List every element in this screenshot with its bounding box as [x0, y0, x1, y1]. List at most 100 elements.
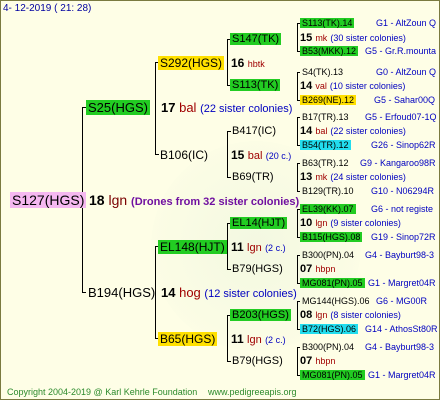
- queen-gen5[interactable]: B53(MKK).12: [300, 46, 359, 56]
- queen-S113[interactable]: S113(TK): [230, 79, 281, 91]
- gen5-origin: G1 - Margret04R: [368, 370, 436, 380]
- gen5-origin: G1 - AltZoun Q: [376, 18, 437, 28]
- note: (20 c.): [265, 151, 292, 161]
- race: hbpn: [315, 264, 336, 274]
- bracket-line-sire: [155, 62, 156, 155]
- gen5-origin: G1 - Margret04R: [368, 278, 436, 288]
- gen5-origin: G10 - N06294R: [371, 186, 435, 196]
- bracket-line: [297, 255, 298, 284]
- dam-queen[interactable]: B194(HGS): [86, 285, 157, 300]
- year: 08: [300, 309, 313, 321]
- queen-B106[interactable]: B106(IC): [158, 148, 210, 162]
- year: 07: [300, 263, 313, 275]
- race: bal: [315, 126, 328, 136]
- queen-gen5[interactable]: B63(TR).12: [300, 158, 351, 168]
- bracket-line: [297, 72, 298, 101]
- note: (8 sister colonies): [330, 310, 401, 320]
- note: (22 sister colonies): [330, 126, 406, 136]
- queen-gen5[interactable]: EL39(KK).07: [300, 204, 356, 214]
- note: (2 c.): [265, 243, 286, 253]
- queen-gen5[interactable]: B72(HGS).06: [300, 324, 359, 334]
- note: (30 sister colonies): [330, 33, 406, 43]
- race: lgn: [247, 334, 262, 346]
- gen5-origin: G9 - Kangaroo98R: [360, 158, 436, 168]
- gen5-origin: G4 - Bayburt98-3: [365, 342, 435, 352]
- bracket-line: [227, 131, 228, 178]
- race: mk: [315, 172, 328, 182]
- queen-S147[interactable]: S147(TK): [230, 33, 282, 45]
- race: hbpn: [315, 356, 336, 366]
- year: 14: [300, 125, 313, 137]
- queen-gen5[interactable]: B300(PN).04: [300, 250, 356, 260]
- year: 07: [300, 355, 313, 367]
- note: (24 sister colonies): [330, 172, 406, 182]
- queen-EL14[interactable]: EL14(HJT): [230, 217, 288, 229]
- queen-gen5[interactable]: MG081(PN).05: [300, 370, 365, 380]
- gen5-origin: G5 - Gr.R.mounta: [365, 46, 437, 56]
- gen5-origin: G6 - MG00R: [376, 296, 428, 306]
- note: (10 sister colonies): [329, 81, 406, 91]
- queen-gen5[interactable]: B269(NE).12: [300, 95, 357, 105]
- year: 11: [231, 240, 244, 254]
- year: 10: [300, 217, 313, 229]
- sire-year: 17: [161, 100, 176, 115]
- year: 11: [231, 332, 244, 346]
- race: lgn: [247, 242, 262, 254]
- gen5-origin: G6 - not registe: [371, 204, 434, 214]
- race: mk: [315, 33, 328, 43]
- queen-gen5[interactable]: B17(TR).13: [300, 112, 351, 122]
- bracket-line: [297, 117, 298, 146]
- queen-gen5[interactable]: B129(TR).10: [300, 186, 356, 196]
- dam-note: (12 sister colonies): [204, 288, 297, 300]
- queen-gen5[interactable]: B115(HGS).08: [300, 232, 363, 242]
- gen5-origin: G19 - Sinop72R: [371, 232, 436, 242]
- queen-S292[interactable]: S292(HGS): [158, 56, 225, 70]
- copyright: Copyright 2004-2019 @ Karl Kehrle Founda…: [7, 387, 198, 397]
- root-year: 18: [89, 192, 105, 208]
- queen-B79[interactable]: B79(HGS): [230, 355, 285, 367]
- queen-B79[interactable]: B79(HGS): [230, 263, 285, 275]
- gen5-origin: G14 - AthosSt80R: [365, 324, 438, 334]
- queen-gen5[interactable]: S4(TK).13: [300, 67, 345, 77]
- queen-EL148[interactable]: EL148(HJT): [158, 240, 227, 254]
- race: val: [315, 81, 327, 91]
- queen-gen5[interactable]: B54(TR).12: [300, 140, 351, 150]
- queen-gen5[interactable]: MG081(PN).05: [300, 278, 365, 288]
- race: lgn: [315, 218, 328, 228]
- sire-queen[interactable]: S25(HGS): [86, 100, 150, 115]
- year: 13: [300, 171, 313, 183]
- bracket-line: [227, 315, 228, 362]
- queen-gen5[interactable]: B300(PN).04: [300, 342, 356, 352]
- bracket-line: [227, 39, 228, 86]
- queen-B65[interactable]: B65(HGS): [158, 332, 218, 346]
- queen-gen5[interactable]: MG144(HGS).06: [300, 296, 372, 306]
- pedigree-chart: 4- 12-2019 ( 21: 28) S127(HGS) 18 lgn (D…: [0, 0, 440, 400]
- gen5-origin: G5 - Erfoud07-1Q: [365, 112, 437, 122]
- sire-race: bal: [179, 100, 197, 115]
- queen-B417[interactable]: B417(IC): [230, 125, 278, 137]
- dam-race: hog: [179, 285, 201, 300]
- bracket-line: [297, 23, 298, 52]
- root-race: lgn: [108, 192, 128, 208]
- queen-B69[interactable]: B69(TR): [230, 171, 276, 183]
- race: lgn: [315, 310, 328, 320]
- queen-gen5[interactable]: S113(TK).14: [300, 18, 355, 28]
- year: 16: [231, 56, 245, 70]
- dam-year: 14: [161, 285, 176, 300]
- bracket-line: [227, 223, 228, 270]
- bracket-line: [297, 163, 298, 192]
- bracket-line: [297, 209, 298, 238]
- queen-B203[interactable]: B203(HGS): [230, 309, 291, 321]
- gen5-origin: G4 - Bayburt98-3: [365, 250, 435, 260]
- race: hbtk: [247, 59, 265, 69]
- timestamp: 4- 12-2019 ( 21: 28): [3, 3, 92, 14]
- root-note: (Drones from 32 sister colonies): [131, 196, 300, 208]
- sire-note: (22 sister colonies): [200, 103, 293, 115]
- note: (2 c.): [265, 335, 286, 345]
- year: 15: [231, 148, 245, 162]
- year: 15: [300, 32, 313, 44]
- root-queen[interactable]: S127(HGS): [10, 192, 87, 208]
- race: bal: [247, 150, 263, 162]
- site-link[interactable]: www.pedigreeapis.org: [208, 386, 297, 398]
- bracket-line: [297, 347, 298, 376]
